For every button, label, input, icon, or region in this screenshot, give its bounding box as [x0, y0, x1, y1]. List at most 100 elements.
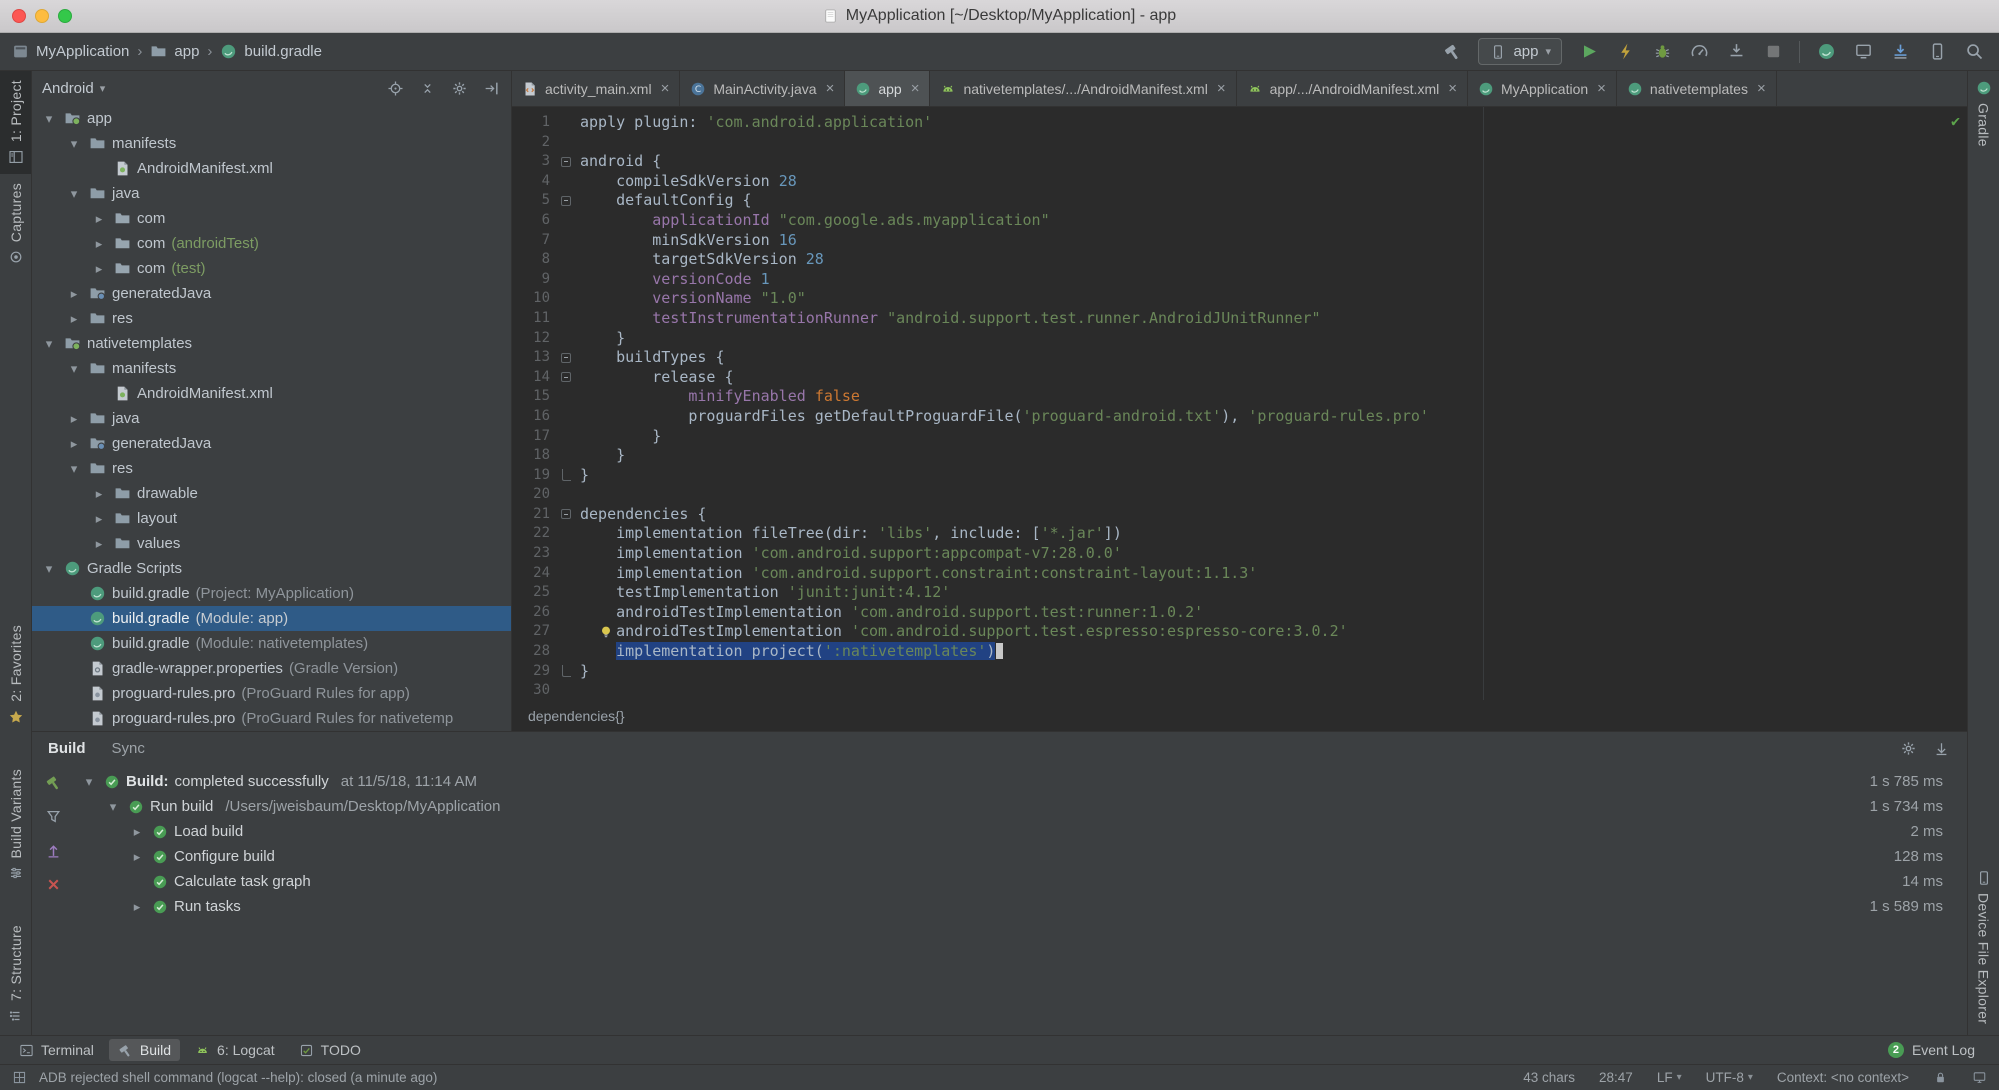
project-tree-item[interactable]: ▸ com: [32, 206, 511, 231]
code-line-29[interactable]: 29}: [512, 662, 1967, 682]
project-tree-item[interactable]: build.gradle (Module: nativetemplates): [32, 631, 511, 656]
chevron-right-icon[interactable]: ▸: [128, 899, 146, 915]
build-tree-row[interactable]: ▾ Build: completed successfully at 11/5/18,…: [74, 769, 1967, 794]
run-config-selector[interactable]: app ▾: [1478, 38, 1562, 65]
fold-collapse-icon[interactable]: [561, 372, 571, 383]
chevron-right-icon[interactable]: ▸: [90, 536, 108, 552]
code-line-25[interactable]: 25 testImplementation 'junit:junit:4.12': [512, 583, 1967, 603]
project-view-selector[interactable]: Android ▾: [42, 80, 105, 97]
tool-button-terminal[interactable]: Terminal: [10, 1039, 103, 1061]
chevron-down-icon[interactable]: ▾: [40, 336, 58, 352]
project-tree-item[interactable]: build.gradle (Module: app): [32, 606, 511, 631]
chevron-down-icon[interactable]: ▾: [65, 361, 83, 377]
tool-button-gradle[interactable]: Gradle: [1968, 71, 1999, 156]
fold-collapse-icon[interactable]: [561, 352, 571, 363]
build-tree-row[interactable]: ▾ Run build/Users/jweisbaum/Desktop/MyApp…: [74, 794, 1967, 819]
project-tree-item[interactable]: ▾ nativetemplates: [32, 331, 511, 356]
code-line-15[interactable]: 15 minifyEnabled false: [512, 387, 1967, 407]
editor-tab-app[interactable]: app ×: [845, 71, 931, 106]
project-tree-item[interactable]: build.gradle (Project: MyApplication): [32, 581, 511, 606]
project-tree-item[interactable]: ▸ drawable: [32, 481, 511, 506]
build-tree-row[interactable]: ▸ Load build 2 ms: [74, 819, 1967, 844]
project-tree-item[interactable]: AndroidManifest.xml: [32, 381, 511, 406]
fold-collapse-icon[interactable]: [561, 156, 571, 167]
run-button[interactable]: [1577, 41, 1599, 63]
project-tree-item[interactable]: ▸ values: [32, 531, 511, 556]
project-tree-item[interactable]: ▸ com (androidTest): [32, 231, 511, 256]
build-settings-gear-icon[interactable]: [1899, 739, 1918, 758]
chevron-down-icon[interactable]: ▾: [40, 111, 58, 127]
code-editor[interactable]: 1 apply plugin: 'com.android.application'…: [512, 107, 1967, 700]
code-line-9[interactable]: 9 versionCode 1: [512, 270, 1967, 290]
code-line-10[interactable]: 10 versionName "1.0": [512, 289, 1967, 309]
close-tab-icon[interactable]: ×: [826, 80, 835, 97]
chevron-right-icon[interactable]: ▸: [90, 211, 108, 227]
locate-file-icon[interactable]: [386, 79, 405, 98]
chevron-right-icon[interactable]: ▸: [65, 411, 83, 427]
code-line-27[interactable]: 27 androidTestImplementation 'com.androi…: [512, 622, 1967, 642]
tool-window-switcher-icon[interactable]: [12, 1070, 27, 1085]
zoom-window-button[interactable]: [58, 9, 72, 23]
chevron-down-icon[interactable]: ▾: [65, 136, 83, 152]
chevron-right-icon[interactable]: ▸: [128, 824, 146, 840]
tool-button-2-favorites[interactable]: 2: Favorites: [0, 616, 31, 734]
chevron-right-icon[interactable]: ▸: [90, 261, 108, 277]
code-line-26[interactable]: 26 androidTestImplementation 'com.androi…: [512, 603, 1967, 623]
breadcrumb-item-build-gradle[interactable]: build.gradle: [220, 43, 322, 60]
project-tree-item[interactable]: ▾ java: [32, 181, 511, 206]
chevron-right-icon[interactable]: ▸: [90, 486, 108, 502]
code-line-20[interactable]: 20: [512, 485, 1967, 505]
build-hammer-icon[interactable]: [1441, 41, 1463, 63]
breadcrumb-item-myapplication[interactable]: MyApplication: [12, 43, 129, 60]
chevron-down-icon[interactable]: ▾: [104, 799, 122, 815]
stop-build-icon[interactable]: [44, 875, 63, 894]
chevron-down-icon[interactable]: ▾: [65, 186, 83, 202]
avd-manager-icon[interactable]: [1926, 41, 1948, 63]
tool-button-device-file-explorer[interactable]: Device File Explorer: [1968, 861, 1999, 1033]
code-line-28[interactable]: 28 implementation project(':nativetempla…: [512, 642, 1967, 662]
inspection-status-ok-icon[interactable]: ✔: [1951, 112, 1960, 132]
code-line-30[interactable]: 30: [512, 681, 1967, 700]
build-panel-tab-sync[interactable]: Sync: [112, 740, 145, 757]
code-line-3[interactable]: 3 android {: [512, 152, 1967, 172]
project-tree-item[interactable]: gradle-wrapper.properties (Gradle Version…: [32, 656, 511, 681]
project-tree-item[interactable]: ▸ generatedJava: [32, 431, 511, 456]
code-line-4[interactable]: 4 compileSdkVersion 28: [512, 172, 1967, 192]
code-line-23[interactable]: 23 implementation 'com.android.support:a…: [512, 544, 1967, 564]
code-line-22[interactable]: 22 implementation fileTree(dir: 'libs', …: [512, 524, 1967, 544]
minimize-panel-icon[interactable]: [1932, 739, 1951, 758]
tool-button-todo[interactable]: TODO: [290, 1039, 370, 1061]
editor-tab-myapplication[interactable]: MyApplication ×: [1468, 71, 1617, 106]
close-tab-icon[interactable]: ×: [1448, 80, 1457, 97]
close-tab-icon[interactable]: ×: [1217, 80, 1226, 97]
tool-button-captures[interactable]: Captures: [0, 174, 31, 274]
close-tab-icon[interactable]: ×: [1757, 80, 1766, 97]
fold-collapse-icon[interactable]: [561, 195, 571, 206]
tool-button-build-variants[interactable]: Build Variants: [0, 760, 31, 891]
tool-button-1-project[interactable]: 1: Project: [0, 71, 31, 175]
breadcrumb-item-app[interactable]: app: [150, 43, 199, 60]
project-tree-item[interactable]: AndroidManifest.xml: [32, 156, 511, 181]
project-tree-item[interactable]: ▾ app: [32, 106, 511, 131]
encoding-selector[interactable]: UTF-8 ▾: [1706, 1070, 1753, 1085]
filter-build-output-icon[interactable]: [44, 807, 63, 826]
build-tree-row[interactable]: ▸ Configure build 128 ms: [74, 844, 1967, 869]
code-line-17[interactable]: 17 }: [512, 427, 1967, 447]
collapse-all-icon[interactable]: [418, 79, 437, 98]
profile-button[interactable]: [1688, 41, 1710, 63]
tool-button-6-logcat[interactable]: 6: Logcat: [186, 1039, 284, 1061]
editor-tab-nativetemplates-androidmanifest-xml[interactable]: nativetemplates/.../AndroidManifest.xml ×: [930, 71, 1237, 106]
run-build-icon[interactable]: [44, 773, 63, 792]
context-indicator[interactable]: Context: <no context>: [1777, 1070, 1909, 1085]
code-line-24[interactable]: 24 implementation 'com.android.support.c…: [512, 564, 1967, 584]
line-ending-selector[interactable]: LF ▾: [1657, 1070, 1682, 1085]
stop-button[interactable]: [1762, 41, 1784, 63]
editor-breadcrumb[interactable]: dependencies{}: [512, 700, 1967, 731]
debug-button[interactable]: [1651, 41, 1673, 63]
code-line-14[interactable]: 14 release {: [512, 368, 1967, 388]
editor-tab-app-androidmanifest-xml[interactable]: app/.../AndroidManifest.xml ×: [1237, 71, 1468, 106]
project-tree-item[interactable]: ▾ manifests: [32, 131, 511, 156]
code-line-5[interactable]: 5 defaultConfig {: [512, 191, 1967, 211]
close-window-button[interactable]: [12, 9, 26, 23]
code-line-6[interactable]: 6 applicationId "com.google.ads.myapplic…: [512, 211, 1967, 231]
